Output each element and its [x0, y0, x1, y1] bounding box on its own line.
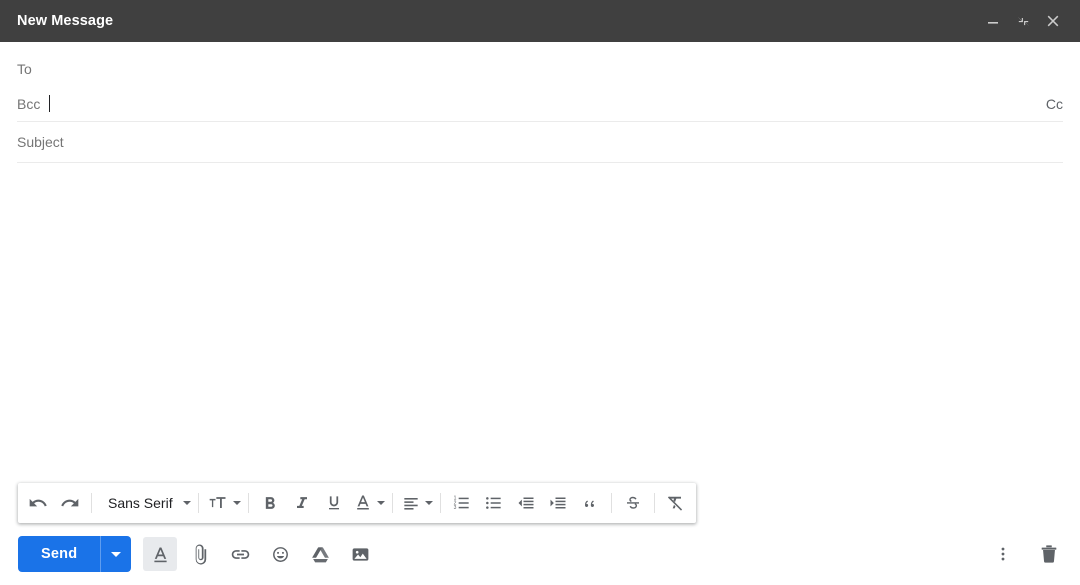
font-family-select[interactable]: Sans Serif — [97, 487, 193, 519]
compose-action-bar: Send — [0, 523, 1080, 585]
to-field-label: To — [17, 60, 32, 77]
toolbar-separator — [610, 493, 612, 513]
strikethrough-button[interactable] — [617, 487, 649, 519]
compose-title: New Message — [17, 12, 114, 29]
toolbar-separator — [439, 493, 441, 513]
cc-link[interactable]: Cc — [1046, 96, 1063, 112]
text-cursor — [49, 95, 51, 112]
numbered-list-button[interactable]: 1 2 3 — [446, 487, 478, 519]
paperclip-icon — [195, 543, 206, 565]
message-body[interactable] — [0, 163, 1080, 483]
formatting-toolbar-wrap: Sans Serif 1 2 3 — [0, 483, 1080, 523]
redo-button[interactable] — [54, 487, 86, 519]
discard-draft-button[interactable] — [1032, 537, 1066, 571]
italic-icon — [296, 497, 307, 508]
text-color-icon — [356, 495, 369, 510]
compose-window: New Message To Bcc Cc Subject Sans Serif… — [0, 0, 1080, 585]
emoji-icon — [272, 546, 288, 562]
insert-drive-button[interactable] — [303, 537, 337, 571]
close-icon — [1047, 15, 1059, 27]
redo-icon — [61, 498, 79, 507]
window-controls — [979, 7, 1067, 35]
exit-fullscreen-icon — [1017, 16, 1029, 26]
toolbar-separator — [653, 493, 655, 513]
bold-icon — [265, 497, 275, 509]
chevron-down-icon — [424, 501, 433, 505]
action-bar-left: Send — [18, 536, 383, 572]
chevron-down-icon — [376, 501, 385, 505]
italic-button[interactable] — [286, 487, 318, 519]
compose-titlebar: New Message — [0, 0, 1080, 42]
undo-icon — [29, 498, 47, 507]
formatting-toolbar: Sans Serif 1 2 3 — [18, 483, 696, 523]
minimize-icon — [988, 22, 998, 24]
font-size-icon — [209, 497, 226, 508]
toolbar-separator — [247, 493, 249, 513]
send-options-button[interactable] — [100, 536, 131, 572]
bulleted-list-icon — [485, 497, 501, 509]
strikethrough-icon — [626, 496, 639, 509]
subject-field-row[interactable]: Subject — [17, 122, 1063, 163]
chevron-down-icon — [182, 501, 191, 505]
remove-formatting-icon — [667, 496, 682, 511]
close-button[interactable] — [1039, 7, 1067, 35]
link-icon — [231, 549, 249, 559]
insert-link-button[interactable] — [223, 537, 257, 571]
more-vertical-icon — [1001, 547, 1005, 561]
compose-fields: To Bcc Cc Subject — [0, 42, 1080, 163]
font-size-button[interactable] — [204, 487, 243, 519]
toolbar-separator — [91, 493, 92, 513]
chevron-down-icon — [232, 501, 241, 505]
text-color-button[interactable] — [350, 487, 387, 519]
more-options-button[interactable] — [986, 537, 1020, 571]
bcc-field-label: Bcc — [17, 95, 41, 112]
font-family-value: Sans Serif — [108, 495, 173, 511]
chevron-down-icon — [111, 551, 122, 557]
popout-button[interactable] — [1009, 7, 1037, 35]
numbered-list-icon: 1 2 3 — [453, 496, 469, 511]
to-field-row[interactable]: To — [17, 51, 1063, 86]
bcc-field-row[interactable]: Bcc Cc — [17, 86, 1063, 122]
indent-increase-icon — [550, 497, 566, 509]
trash-icon — [1041, 545, 1057, 563]
bold-button[interactable] — [254, 487, 286, 519]
action-bar-right — [974, 537, 1066, 571]
send-button-label: Send — [41, 546, 78, 562]
send-button[interactable]: Send — [18, 536, 100, 572]
format-text-icon — [154, 547, 167, 562]
bulleted-list-button[interactable] — [478, 487, 510, 519]
indent-more-button[interactable] — [542, 487, 574, 519]
toolbar-separator — [391, 493, 393, 513]
formatting-options-button[interactable] — [143, 537, 178, 571]
toolbar-separator — [197, 493, 199, 513]
quote-icon — [584, 500, 594, 507]
underline-icon — [328, 496, 339, 510]
quote-button[interactable] — [574, 487, 606, 519]
indent-less-button[interactable] — [510, 487, 542, 519]
send-button-group[interactable]: Send — [18, 536, 132, 572]
photo-icon — [352, 547, 369, 561]
indent-decrease-icon — [518, 497, 534, 509]
insert-photo-button[interactable] — [343, 537, 377, 571]
align-icon — [403, 498, 418, 510]
attach-file-button[interactable] — [183, 537, 217, 571]
underline-button[interactable] — [318, 487, 350, 519]
google-drive-icon — [311, 546, 329, 562]
minimize-button[interactable] — [979, 7, 1007, 35]
undo-button[interactable] — [22, 487, 54, 519]
svg-text:3: 3 — [453, 505, 456, 511]
insert-emoji-button[interactable] — [263, 537, 297, 571]
subject-field-label: Subject — [17, 134, 64, 150]
remove-formatting-button[interactable] — [660, 487, 692, 519]
align-button[interactable] — [398, 487, 435, 519]
